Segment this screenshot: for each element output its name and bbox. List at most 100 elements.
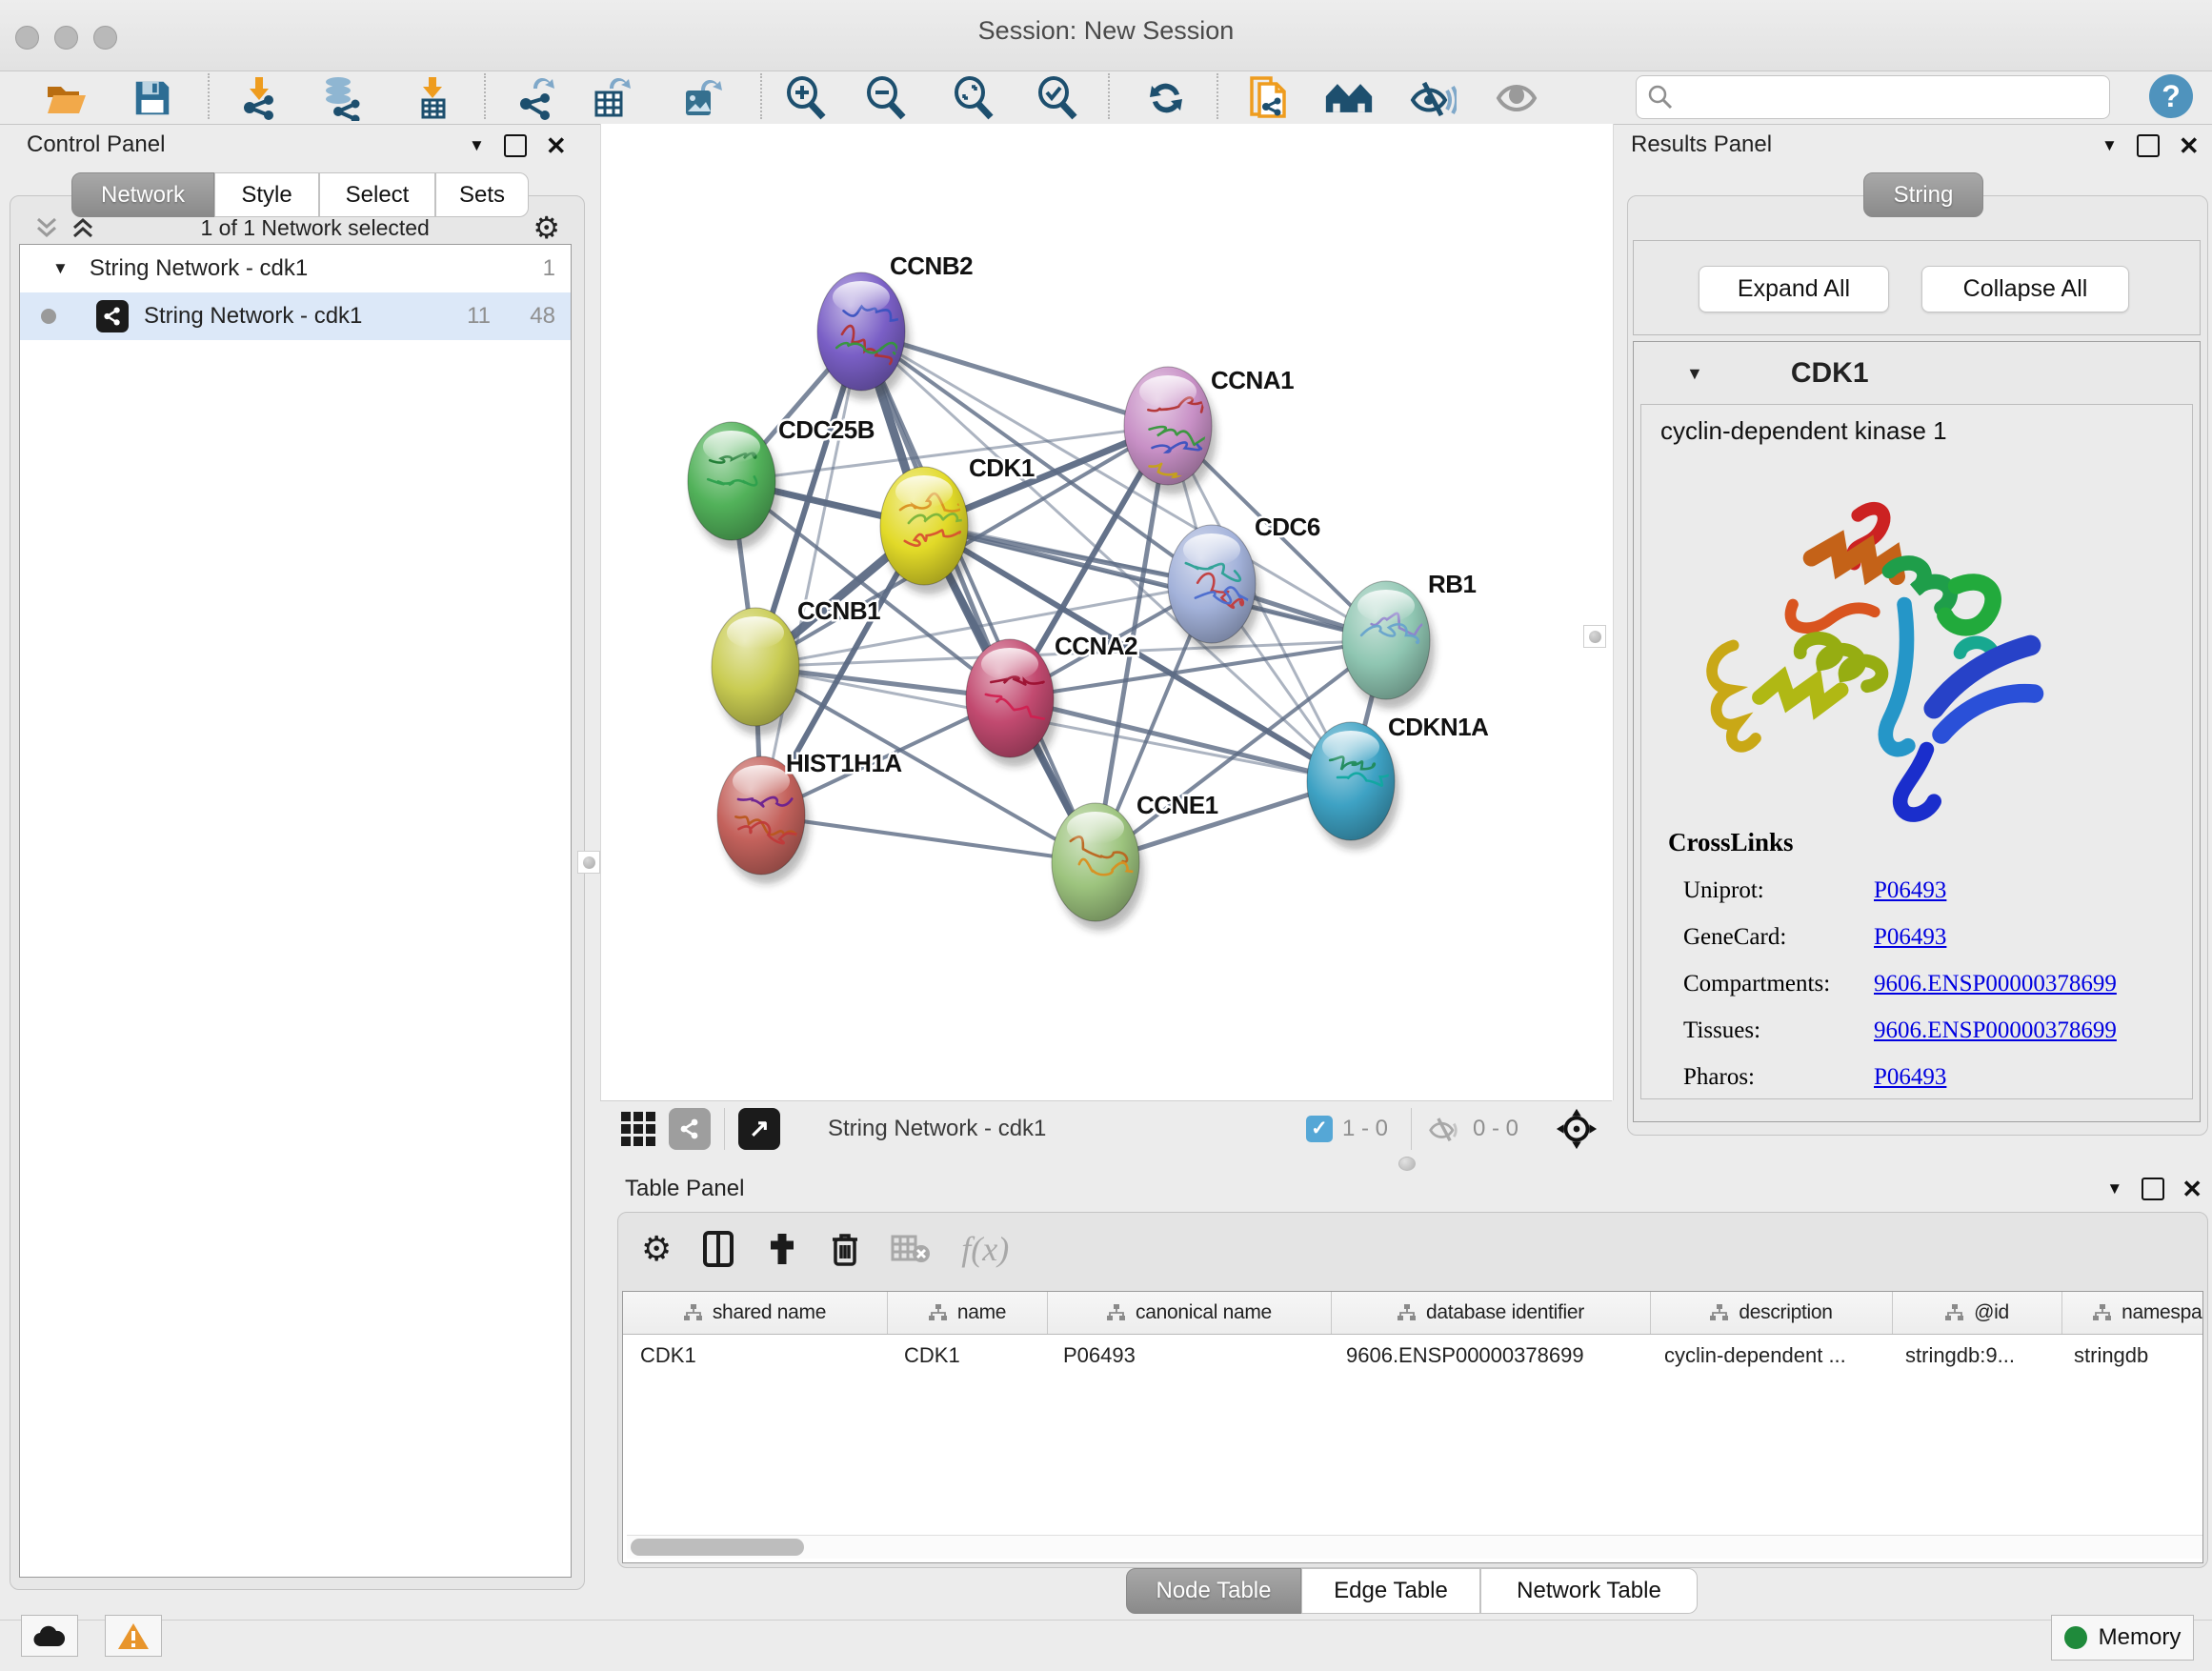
table-cell[interactable]: cyclin-dependent ...	[1647, 1343, 1888, 1368]
copy-document-icon	[1246, 74, 1294, 122]
search-field[interactable]	[1636, 75, 2110, 119]
tab-network[interactable]: Network	[71, 172, 214, 217]
table-cell[interactable]: 9606.ENSP00000378699	[1329, 1343, 1647, 1368]
apply-layout-button[interactable]	[1141, 74, 1191, 122]
show-all-button[interactable]	[1492, 74, 1541, 122]
table-horizontal-scrollbar[interactable]	[627, 1535, 2203, 1559]
tab-select[interactable]: Select	[319, 172, 435, 217]
crosslink-genecard-link[interactable]: P06493	[1874, 924, 1946, 951]
tab-sets[interactable]: Sets	[435, 172, 529, 217]
column-header-description[interactable]: description	[1651, 1292, 1893, 1334]
table-cell[interactable]: stringdb	[2057, 1343, 2203, 1368]
zoom-fit-button[interactable]	[949, 74, 998, 122]
first-neighbors-button[interactable]	[1324, 74, 1374, 122]
table-cell[interactable]: P06493	[1046, 1343, 1329, 1368]
network-canvas[interactable]: CCNB2CCNA1CDC25BCDK1CDC6RB1CCNB1CCNA2CDK…	[600, 124, 1614, 1100]
table-panel-close-icon[interactable]: ✕	[2182, 1177, 2202, 1201]
zoom-out-button[interactable]	[861, 74, 911, 122]
collection-expand-icon[interactable]: ▼	[52, 259, 69, 278]
memory-button[interactable]: Memory	[2051, 1615, 2194, 1661]
import-network-button[interactable]	[234, 74, 284, 122]
table-cell[interactable]: CDK1	[887, 1343, 1046, 1368]
network-view-title: String Network - cdk1	[828, 1116, 1306, 1142]
zoom-in-button[interactable]	[781, 74, 831, 122]
control-panel-float-icon[interactable]	[504, 134, 527, 157]
grid-view-icon[interactable]	[621, 1112, 655, 1146]
control-panel-close-icon[interactable]: ✕	[546, 133, 567, 158]
right-splitter-grip[interactable]	[1583, 625, 1606, 648]
table-panel-float-icon[interactable]	[2142, 1178, 2164, 1200]
warnings-button[interactable]	[105, 1615, 162, 1657]
column-header-shared-name[interactable]: shared name	[623, 1292, 888, 1334]
table-cell[interactable]: CDK1	[623, 1343, 887, 1368]
tab-style[interactable]: Style	[214, 172, 319, 217]
help-button[interactable]: ?	[2149, 74, 2193, 118]
node-RB1[interactable]	[1342, 581, 1435, 709]
tab-edge-table[interactable]: Edge Table	[1301, 1568, 1480, 1614]
column-header-database-identifier[interactable]: database identifier	[1332, 1292, 1651, 1334]
column-header-canonical-name[interactable]: canonical name	[1048, 1292, 1332, 1334]
open-session-button[interactable]	[42, 74, 91, 122]
node-table[interactable]: shared namenamecanonical namedatabase id…	[622, 1291, 2203, 1563]
zoom-selected-button[interactable]	[1033, 74, 1082, 122]
node-CCNB1[interactable]	[712, 608, 804, 735]
crosslink-tissues-link[interactable]: 9606.ENSP00000378699	[1874, 1017, 2117, 1044]
column-header-name[interactable]: name	[888, 1292, 1048, 1334]
tab-string[interactable]: String	[1863, 172, 1983, 217]
table-panel-menu-icon[interactable]: ▼	[2106, 1179, 2122, 1198]
detach-view-icon[interactable]: ↗	[738, 1108, 780, 1150]
table-row[interactable]: CDK1CDK1P064939606.ENSP00000378699cyclin…	[623, 1335, 2202, 1377]
collapse-all-button[interactable]: Collapse All	[1921, 266, 2129, 312]
network-collection-row[interactable]: ▼ String Network - cdk1 1	[20, 245, 571, 292]
column-header-namespace[interactable]: namespace	[2062, 1292, 2203, 1334]
node-CCNE1[interactable]	[1052, 803, 1144, 931]
collapse-all-icon[interactable]	[32, 215, 61, 240]
cloud-button[interactable]	[21, 1615, 78, 1657]
search-input[interactable]	[1684, 84, 2109, 111]
crosslink-compartments-link[interactable]: 9606.ENSP00000378699	[1874, 971, 2117, 997]
network-graph[interactable]: CCNB2CCNA1CDC25BCDK1CDC6RB1CCNB1CCNA2CDK…	[601, 124, 1613, 1100]
table-cell[interactable]: stringdb:9...	[1888, 1343, 2057, 1368]
table-options-gear-icon[interactable]: ⚙	[641, 1229, 672, 1269]
memory-label: Memory	[2099, 1624, 2182, 1651]
save-session-button[interactable]	[128, 74, 177, 122]
export-table-button[interactable]	[587, 74, 636, 122]
gene-section-header[interactable]: ▼ CDK1	[1633, 345, 2199, 402]
network-options-gear-icon[interactable]: ⚙	[533, 210, 560, 246]
hide-selected-button[interactable]	[1408, 74, 1458, 122]
expand-all-icon[interactable]	[69, 215, 97, 240]
create-column-plus-icon[interactable]	[765, 1230, 799, 1268]
control-panel-menu-icon[interactable]: ▼	[469, 136, 485, 155]
export-network-button[interactable]	[513, 74, 562, 122]
left-splitter-grip[interactable]	[577, 851, 600, 874]
crosslink-pharos-link[interactable]: P06493	[1874, 1064, 1946, 1091]
node-CCNA2[interactable]	[966, 639, 1058, 767]
import-table-button[interactable]	[408, 74, 457, 122]
node-CDKN1A[interactable]	[1307, 722, 1399, 850]
tab-network-table[interactable]: Network Table	[1480, 1568, 1698, 1614]
tab-node-table[interactable]: Node Table	[1126, 1568, 1301, 1614]
gene-description: cyclin-dependent kinase 1	[1660, 416, 1947, 446]
results-panel-menu-icon[interactable]: ▼	[2101, 136, 2118, 155]
results-panel-float-icon[interactable]	[2137, 134, 2160, 157]
node-CDC6[interactable]	[1168, 525, 1260, 653]
horizontal-splitter-grip[interactable]	[1398, 1157, 1416, 1171]
crosslink-uniprot-link[interactable]: P06493	[1874, 877, 1946, 904]
node-CCNB2[interactable]	[817, 272, 910, 400]
column-header-@id[interactable]: @id	[1893, 1292, 2062, 1334]
gene-collapse-icon[interactable]: ▼	[1686, 364, 1703, 384]
node-label-CCNE1: CCNE1	[1136, 791, 1218, 819]
network-edge-count: 48	[530, 303, 555, 330]
expand-all-button[interactable]: Expand All	[1699, 266, 1889, 312]
delete-column-trash-icon[interactable]	[830, 1230, 860, 1268]
scrollbar-thumb[interactable]	[631, 1539, 804, 1556]
birds-eye-crosshair-icon[interactable]	[1555, 1107, 1599, 1151]
results-panel-close-icon[interactable]: ✕	[2179, 133, 2200, 158]
show-columns-icon[interactable]	[702, 1230, 734, 1268]
clone-network-button[interactable]	[1245, 74, 1295, 122]
network-view-share-icon[interactable]	[669, 1108, 711, 1150]
export-image-button[interactable]	[676, 74, 726, 122]
network-row[interactable]: String Network - cdk1 11 48	[20, 292, 571, 340]
selected-checkbox-icon[interactable]: ✓	[1306, 1116, 1333, 1142]
import-network-from-database-button[interactable]	[316, 74, 366, 122]
